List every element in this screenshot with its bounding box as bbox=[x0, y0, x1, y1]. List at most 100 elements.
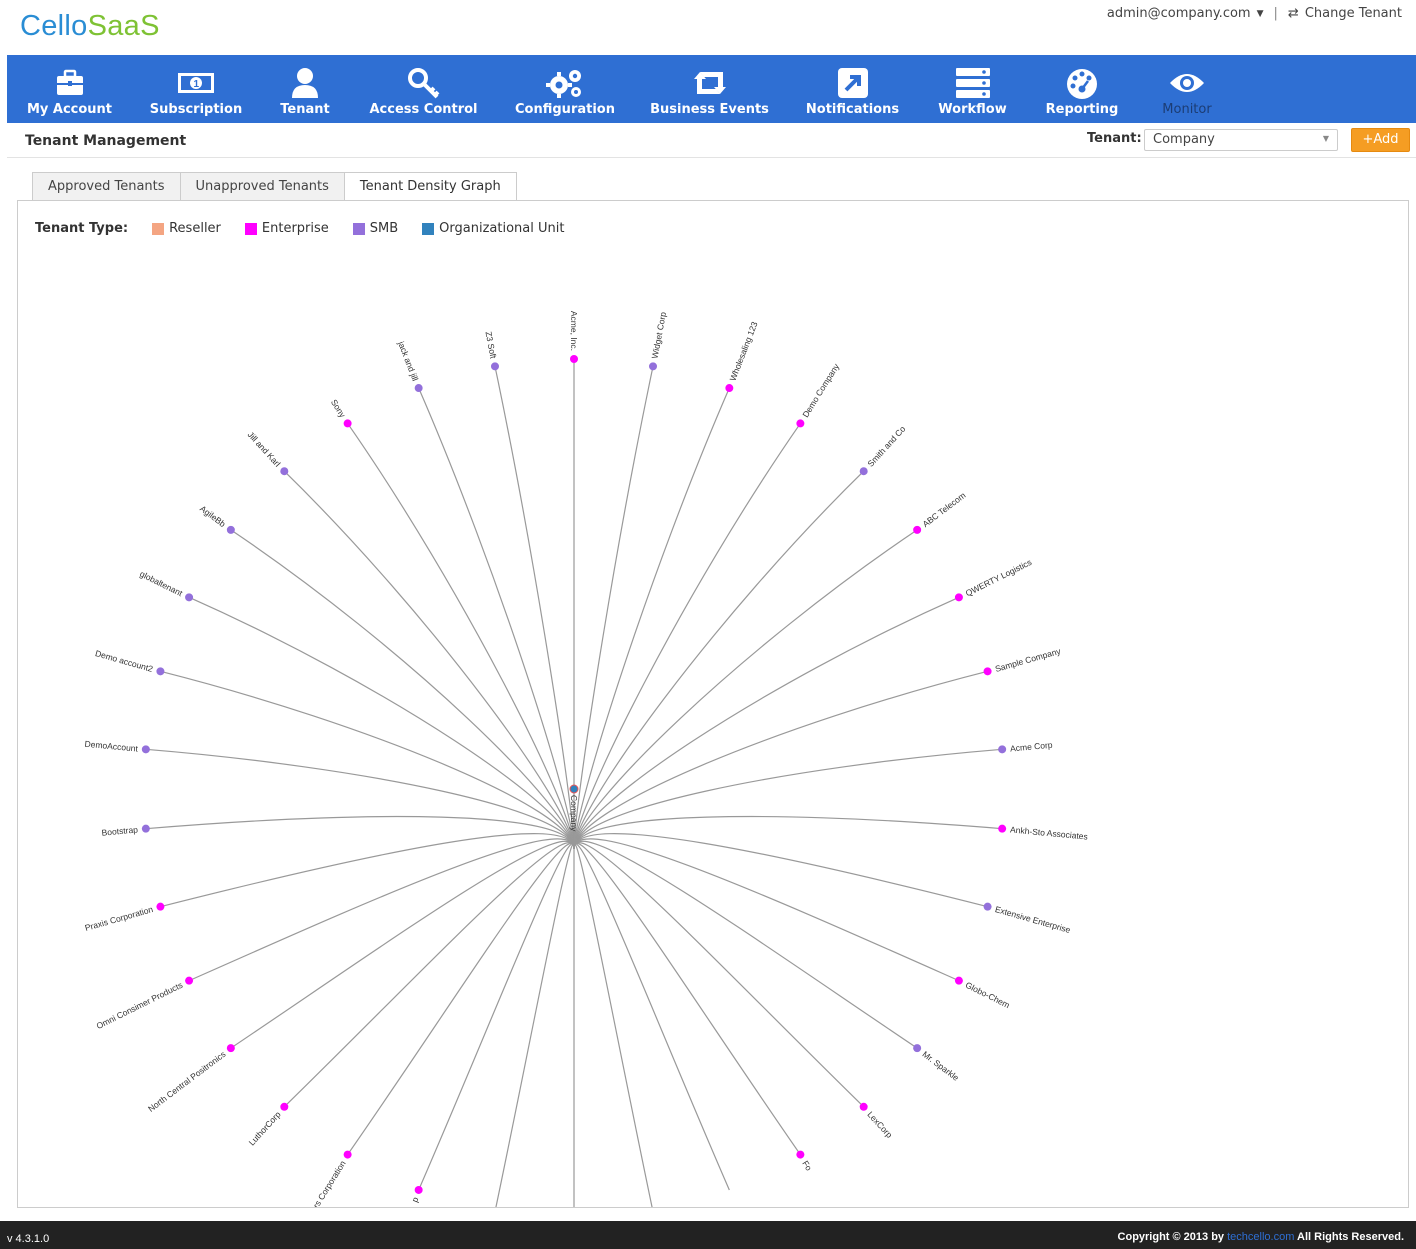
dropdown-arrow-icon: ▼ bbox=[1322, 134, 1329, 143]
graph-link bbox=[145, 815, 575, 850]
tenant-node-label: rs Corporation bbox=[311, 1159, 348, 1207]
money-icon: 1 bbox=[178, 73, 214, 93]
nav-business-events[interactable]: Business Events bbox=[633, 55, 786, 123]
tenant-node[interactable] bbox=[570, 355, 578, 363]
root-node-label: Company bbox=[569, 795, 579, 832]
tenant-node[interactable] bbox=[141, 745, 150, 754]
tab-tenant-density-graph[interactable]: Tenant Density Graph bbox=[343, 172, 517, 202]
tenant-density-graph: Widget Corp Wholesaling 123 Demo Company Sm… bbox=[84, 311, 1089, 1207]
nav-reporting[interactable]: Reporting bbox=[1026, 55, 1138, 123]
footer: v 4.3.1.0 Copyright © 2013 by techcello.… bbox=[0, 1221, 1416, 1249]
server-icon bbox=[955, 68, 990, 98]
tenant-node[interactable] bbox=[649, 362, 658, 371]
nav-label: Workflow bbox=[938, 102, 1007, 117]
nav-label: Reporting bbox=[1045, 102, 1119, 117]
app-logo[interactable]: CelloSaaS bbox=[20, 10, 160, 43]
nav-label: Configuration bbox=[515, 102, 615, 117]
change-tenant-link[interactable]: Change Tenant bbox=[1305, 6, 1402, 21]
tenant-node[interactable] bbox=[490, 362, 499, 371]
nav-monitor[interactable]: Monitor bbox=[1138, 55, 1236, 123]
tenant-node-label: Fo bbox=[800, 1159, 814, 1173]
tenant-node[interactable] bbox=[859, 1102, 868, 1111]
tenant-label: Tenant: bbox=[1087, 131, 1142, 146]
logo-part-cello: Cello bbox=[20, 10, 88, 42]
tenant-node[interactable] bbox=[185, 593, 194, 602]
caret-down-icon[interactable]: ▼ bbox=[1257, 9, 1264, 19]
graph-link bbox=[573, 470, 865, 850]
tenant-node[interactable] bbox=[226, 525, 235, 534]
nav-access-control[interactable]: Access Control bbox=[350, 55, 497, 123]
tenant-node[interactable] bbox=[913, 1044, 922, 1053]
graph-link bbox=[283, 842, 575, 1108]
techcello-link[interactable]: techcello.com bbox=[1227, 1231, 1294, 1243]
tenant-node[interactable] bbox=[156, 667, 165, 676]
nav-label: Tenant bbox=[280, 102, 330, 117]
tenant-node-label: Omni Consimer Products bbox=[95, 980, 184, 1031]
graph-panel: Tenant Type: Reseller Enterprise SMB Org… bbox=[17, 200, 1409, 1208]
tenant-node[interactable] bbox=[280, 467, 289, 476]
tenant-node[interactable] bbox=[796, 419, 805, 428]
graph-link bbox=[573, 833, 988, 908]
nav-subscription[interactable]: 1 Subscription bbox=[132, 55, 260, 123]
nav-label: Business Events bbox=[650, 102, 769, 117]
tab-approved-tenants[interactable]: Approved Tenants bbox=[32, 172, 181, 201]
nav-my-account[interactable]: My Account bbox=[7, 55, 132, 123]
exchange-icon[interactable]: ⇄ bbox=[1288, 6, 1299, 21]
tenant-node[interactable] bbox=[983, 667, 992, 676]
add-tenant-button[interactable]: +Add bbox=[1351, 128, 1410, 152]
root-node[interactable] bbox=[569, 784, 579, 794]
tab-unapproved-tenants[interactable]: Unapproved Tenants bbox=[179, 172, 345, 201]
graph-link bbox=[573, 748, 1003, 850]
tenant-node[interactable] bbox=[226, 1044, 235, 1053]
tenant-node[interactable] bbox=[859, 467, 868, 476]
tenant-node[interactable] bbox=[343, 419, 352, 428]
tenant-node[interactable] bbox=[983, 902, 992, 911]
user-links: admin@company.com ▼ | ⇄ Change Tenant bbox=[1107, 6, 1402, 21]
nav-configuration[interactable]: Configuration bbox=[497, 55, 633, 123]
tenant-node-label: AgileBb bbox=[198, 503, 228, 529]
tenant-node[interactable] bbox=[998, 824, 1007, 833]
tenant-node-label: Ankh-Sto Associates bbox=[1010, 824, 1089, 841]
nav-tenant[interactable]: Tenant bbox=[260, 55, 350, 123]
tenant-node-label: Globo-Chem bbox=[964, 980, 1012, 1010]
graph-link bbox=[573, 842, 801, 1155]
tenant-node[interactable] bbox=[954, 976, 963, 985]
tenant-node-label: Sony bbox=[329, 397, 348, 419]
tenant-node-label: QWERTY Logistics bbox=[964, 557, 1033, 598]
graph-link bbox=[145, 748, 575, 850]
user-email-dropdown[interactable]: admin@company.com bbox=[1107, 6, 1251, 21]
tenant-node[interactable] bbox=[913, 525, 922, 534]
tenant-node-label: Demo account2 bbox=[94, 648, 154, 674]
separator: | bbox=[1273, 6, 1278, 21]
nav-workflow[interactable]: Workflow bbox=[919, 55, 1026, 123]
copyright-text: Copyright © 2013 by techcello.com All Ri… bbox=[1118, 1231, 1404, 1243]
tenant-node-label: Z3 Soft bbox=[484, 331, 499, 360]
graph-link bbox=[573, 423, 801, 850]
tenant-node[interactable] bbox=[414, 384, 423, 393]
page-header: Tenant Management Tenant: Company ▼ +Add bbox=[7, 124, 1416, 158]
tenant-node[interactable] bbox=[156, 902, 165, 911]
tenant-node[interactable] bbox=[343, 1150, 352, 1159]
gears-icon bbox=[546, 70, 581, 98]
nav-label: My Account bbox=[26, 102, 113, 117]
tenant-node[interactable] bbox=[998, 745, 1007, 754]
nav-notifications[interactable]: Notifications bbox=[786, 55, 919, 123]
tenant-node[interactable] bbox=[796, 1150, 805, 1159]
graph-link bbox=[495, 843, 575, 1207]
tenant-node[interactable] bbox=[954, 593, 963, 602]
tenant-node[interactable] bbox=[280, 1102, 289, 1111]
tenant-node[interactable] bbox=[185, 976, 194, 985]
nav-label: Monitor bbox=[1162, 102, 1212, 117]
tenant-node-label: Acme Corp bbox=[1010, 740, 1054, 754]
tenant-select[interactable]: Company ▼ bbox=[1144, 129, 1338, 151]
tenant-node[interactable] bbox=[141, 824, 150, 833]
graph-link bbox=[283, 470, 575, 850]
tenant-node[interactable] bbox=[725, 384, 734, 393]
tenant-node-label: Extensive Enterprise bbox=[994, 904, 1072, 935]
graph-link bbox=[230, 529, 575, 850]
tenant-node-label: Wholesaling 123 bbox=[728, 320, 760, 382]
version-text: v 4.3.1.0 bbox=[7, 1233, 50, 1245]
logo-part-saas: SaaS bbox=[87, 10, 160, 42]
nav-label: Access Control bbox=[369, 102, 478, 117]
tenant-node[interactable] bbox=[414, 1185, 423, 1194]
